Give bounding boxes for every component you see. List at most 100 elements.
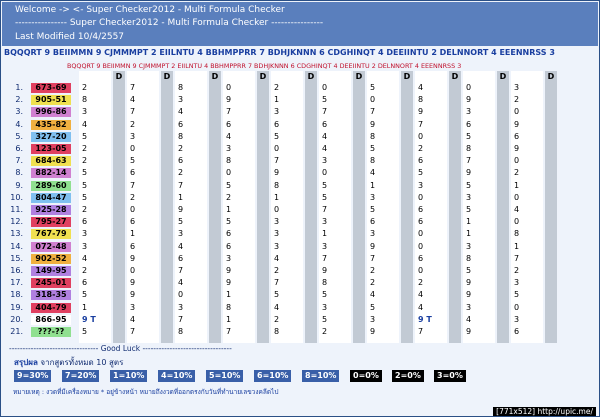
formula-value: 3	[82, 107, 88, 117]
formula-value: 5	[322, 192, 328, 202]
formula-value: 3	[130, 131, 136, 141]
formula-value: 6	[130, 217, 136, 227]
formula-value: 8	[322, 278, 328, 288]
formula-value: 9	[466, 290, 472, 300]
draw-result: 149-95	[31, 266, 71, 276]
formula-value: 2	[514, 266, 520, 275]
formula-value: 5	[274, 131, 280, 141]
draw-result: 245-01	[31, 278, 71, 289]
formula-value: 3	[130, 302, 136, 312]
formula-value: 0	[418, 266, 424, 275]
draw-result: 327-20	[31, 131, 71, 142]
formula-value: 3	[466, 107, 472, 117]
formula-value: 3	[370, 192, 376, 202]
row-number: 2.	[15, 95, 23, 105]
draw-result: 902-52	[31, 253, 71, 264]
formula-value: 5	[82, 290, 88, 300]
formula-value: 3	[514, 83, 520, 92]
formula-value: 2	[370, 278, 376, 288]
formula-value: 2	[226, 192, 232, 202]
d-column-header: D	[161, 71, 173, 82]
formula-value: 4	[274, 302, 280, 312]
formula-value: 6	[322, 119, 328, 129]
formula-value: 5	[82, 327, 88, 336]
formula-value: 9 T	[82, 314, 96, 324]
formula-value: 1	[514, 180, 520, 190]
formula-value: 0	[466, 83, 472, 92]
formula-value: 6	[178, 253, 184, 263]
formula-value: 0	[514, 302, 520, 312]
formula-value: 3	[322, 241, 328, 251]
formula-value: 5	[322, 95, 328, 105]
formula-value: 0	[178, 290, 184, 300]
row-number: 9.	[15, 180, 23, 190]
formula-value: 5	[322, 180, 328, 190]
formula-value: 7	[178, 266, 184, 275]
formula-value: 4	[130, 95, 136, 105]
formula-value: 1	[226, 290, 232, 300]
formula-value: 5	[466, 131, 472, 141]
summary-stat-badge: 6=10%	[254, 370, 292, 382]
formula-value: 3	[322, 302, 328, 312]
draw-result: 795-27	[31, 217, 71, 228]
formula-value: 3	[514, 314, 520, 324]
last-modified: Last Modified 10/4/2557	[15, 32, 125, 42]
d-column-header: D	[305, 71, 317, 82]
formula-value: 4	[226, 131, 232, 141]
summary-stat-badge: 1=10%	[110, 370, 148, 382]
formula-value: 4	[370, 168, 376, 178]
row-number: 21.	[10, 327, 23, 336]
formula-value: 0	[226, 168, 232, 178]
summary-stat-badge: 7=20%	[62, 370, 100, 382]
row-number: 17.	[10, 278, 23, 288]
good-luck-text: --------------------------------- Good L…	[9, 344, 232, 353]
formula-value: 3	[178, 229, 184, 239]
formula-value: 2	[514, 95, 520, 105]
formula-value: 1	[322, 229, 328, 239]
formula-value: 2	[130, 119, 136, 129]
formula-value: 9	[370, 327, 376, 336]
formula-value: 0	[418, 192, 424, 202]
formula-value: 4	[274, 253, 280, 263]
draw-result: 404-79	[31, 302, 71, 313]
formula-value: 8	[178, 131, 184, 141]
formula-value: 7	[274, 156, 280, 166]
formula-value: 1	[130, 229, 136, 239]
formula-value: 4	[130, 314, 136, 324]
formula-value: 4	[82, 119, 88, 129]
row-number: 13.	[10, 229, 23, 239]
row-number: 19.	[10, 302, 23, 312]
formula-value: 3	[370, 314, 376, 324]
formula-value: 0	[514, 192, 520, 202]
d-column-header: D	[545, 71, 557, 82]
formula-value: 3	[274, 229, 280, 239]
formula-value: 3	[274, 107, 280, 117]
formula-value: 2	[274, 83, 280, 92]
d-column-header: D	[401, 71, 413, 82]
d-column-header: D	[113, 71, 125, 82]
d-column-bg	[305, 71, 317, 343]
formula-value: 5	[466, 205, 472, 214]
d-column-header: D	[449, 71, 461, 82]
formula-value: 9	[226, 278, 232, 288]
formula-value: 3	[370, 229, 376, 239]
draw-result: 289-60	[31, 180, 71, 191]
formula-value: 1	[178, 192, 184, 202]
formula-value: 7	[226, 327, 232, 336]
formula-value: 2	[370, 266, 376, 275]
d-column-bg	[353, 71, 365, 343]
summary-stat-badge: 2=0%	[392, 370, 424, 382]
formula-value: 5	[82, 180, 88, 190]
summary-stat-badge: 3=0%	[434, 370, 466, 382]
draw-result: 673-69	[31, 83, 71, 93]
formula-value: 7	[130, 327, 136, 336]
formula-value: 9	[466, 278, 472, 288]
formula-value: 4	[418, 83, 424, 92]
formula-value: 9	[370, 241, 376, 251]
formula-value: 7	[418, 327, 424, 336]
row-number: 3.	[15, 107, 23, 117]
app-title: ---------------- Super Checker2012 - Mul…	[15, 18, 324, 28]
formula-value: 2	[82, 83, 88, 92]
formula-value: 2	[274, 266, 280, 275]
formula-value: 1	[466, 217, 472, 227]
